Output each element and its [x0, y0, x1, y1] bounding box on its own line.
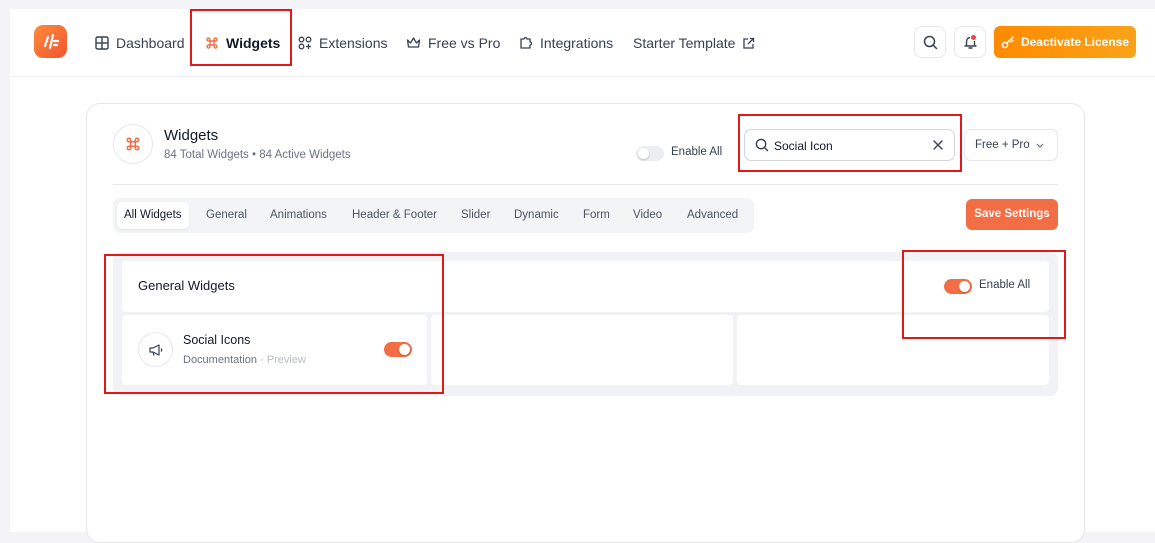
nav-widgets[interactable]: Widgets — [205, 33, 280, 53]
toggle-knob — [638, 148, 649, 159]
nav-free-vs-pro-label: Free vs Pro — [428, 35, 501, 51]
toggle-knob — [959, 281, 970, 292]
tab-all-widgets[interactable]: All Widgets — [117, 202, 189, 229]
section-header: General Widgets Enable All — [122, 261, 1049, 312]
widgets-section: General Widgets Enable All Social Icons … — [113, 252, 1058, 396]
category-tabs: All Widgets General Animations Header & … — [113, 198, 754, 233]
section-enable-all-toggle[interactable] — [944, 279, 972, 294]
nav-integrations-label: Integrations — [540, 35, 614, 51]
enable-all-toggle[interactable] — [636, 146, 664, 161]
search-input[interactable] — [774, 137, 924, 155]
nav-dashboard-label: Dashboard — [116, 35, 185, 51]
tab-slider[interactable]: Slider — [454, 202, 497, 229]
tab-general[interactable]: General — [199, 202, 254, 229]
widget-counts: 84 Total Widgets • 84 Active Widgets — [164, 149, 351, 161]
search-icon — [923, 35, 937, 49]
chevron-down-icon — [1036, 143, 1044, 148]
nav-free-vs-pro[interactable]: Free vs Pro — [406, 33, 500, 53]
grid-icon — [95, 36, 109, 50]
documentation-link[interactable]: Documentation — [183, 354, 257, 366]
enable-all-label: Enable All — [671, 146, 723, 158]
top-navigation: Dashboard Widgets Extensions Free vs Pro — [10, 9, 1155, 77]
key-icon — [1001, 36, 1014, 49]
save-settings-button[interactable]: Save Settings — [966, 199, 1058, 230]
toggle-knob — [399, 344, 410, 355]
nav-widgets-label: Widgets — [226, 35, 281, 51]
section-enable-all-label: Enable All — [979, 279, 1031, 291]
external-link-icon — [743, 37, 755, 49]
extensions-icon — [298, 36, 312, 50]
tab-animations[interactable]: Animations — [263, 202, 334, 229]
empty-widget-slot — [431, 315, 733, 385]
tab-dynamic[interactable]: Dynamic — [507, 202, 566, 229]
command-icon — [206, 37, 218, 49]
search-icon — [755, 138, 769, 152]
puzzle-icon — [520, 36, 533, 49]
widgets-card: Widgets 84 Total Widgets • 84 Active Wid… — [86, 103, 1085, 543]
command-icon — [126, 137, 140, 151]
nav-starter-template[interactable]: Starter Template — [633, 33, 755, 53]
nav-extensions[interactable]: Extensions — [298, 33, 387, 53]
header-divider — [113, 184, 1058, 185]
megaphone-icon — [138, 332, 173, 367]
brand-logo-icon[interactable] — [34, 25, 67, 58]
widget-name: Social Icons — [183, 333, 251, 347]
widget-card-social-icons: Social Icons Documentation · Preview — [122, 315, 427, 385]
notifications-button[interactable] — [954, 26, 986, 58]
tab-advanced[interactable]: Advanced — [680, 202, 745, 229]
link-separator: · — [260, 354, 264, 366]
search-field[interactable] — [744, 129, 955, 161]
deactivate-license-button[interactable]: Deactivate License — [994, 26, 1136, 58]
nav-starter-template-label: Starter Template — [633, 35, 736, 51]
tab-form[interactable]: Form — [576, 202, 617, 229]
tab-header-footer[interactable]: Header & Footer — [345, 202, 444, 229]
notification-dot — [970, 34, 977, 41]
tab-video[interactable]: Video — [626, 202, 669, 229]
nav-extensions-label: Extensions — [319, 35, 388, 51]
license-filter-value: Free + Pro — [975, 139, 1030, 151]
nav-dashboard[interactable]: Dashboard — [95, 33, 185, 53]
license-filter-select[interactable]: Free + Pro — [964, 129, 1058, 161]
nav-integrations[interactable]: Integrations — [519, 33, 613, 53]
crown-icon — [406, 37, 421, 48]
clear-search-icon[interactable] — [933, 140, 943, 150]
deactivate-license-label: Deactivate License — [1020, 35, 1130, 49]
page-title: Widgets — [164, 127, 219, 144]
preview-link[interactable]: Preview — [267, 354, 306, 366]
widget-enable-toggle[interactable] — [384, 342, 412, 357]
app-frame: Dashboard Widgets Extensions Free vs Pro — [10, 9, 1155, 543]
widgets-header-icon — [113, 124, 153, 164]
widget-links: Documentation · Preview — [183, 354, 306, 366]
empty-widget-slot — [737, 315, 1049, 385]
section-title: General Widgets — [138, 278, 235, 293]
search-button[interactable] — [914, 26, 946, 58]
